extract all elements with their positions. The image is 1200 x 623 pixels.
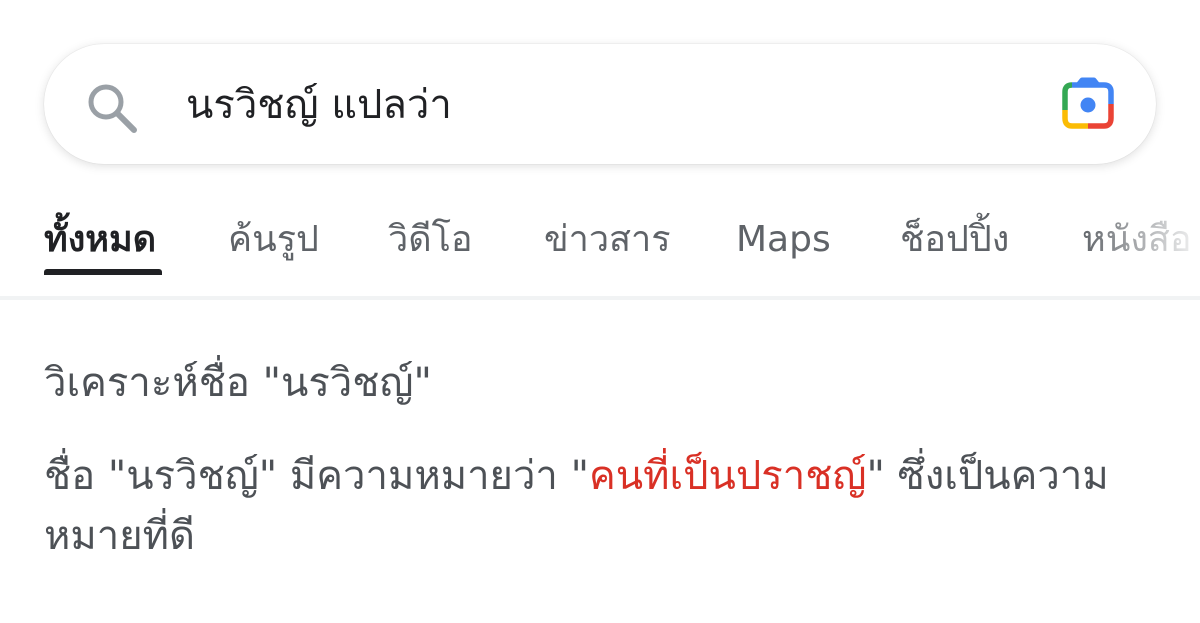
result-snippet: ชื่อ "นรวิชญ์" มีความหมายว่า "คนที่เป็นป… xyxy=(44,446,1134,566)
result-heading: วิเคราะห์ชื่อ "นรวิชญ์" xyxy=(44,360,432,406)
search-input[interactable] xyxy=(186,74,1046,134)
tab-maps[interactable]: Maps xyxy=(736,216,831,264)
search-tabs: ทั้งหมด ค้นรูป วิดีโอ ข่าวสาร Maps ช็อปป… xyxy=(0,196,1200,296)
snippet-highlight: คนที่เป็นปราชญ์ xyxy=(589,453,867,499)
search-icon[interactable] xyxy=(84,80,140,136)
active-tab-indicator xyxy=(44,269,162,275)
tab-news[interactable]: ข่าวสาร xyxy=(544,216,671,264)
snippet-prefix: ชื่อ "นรวิชญ์" มีความหมายว่า " xyxy=(44,453,589,499)
tab-images[interactable]: ค้นรูป xyxy=(228,216,319,264)
tab-shopping[interactable]: ช็อปปิ้ง xyxy=(900,216,1009,264)
tab-videos[interactable]: วิดีโอ xyxy=(388,216,473,264)
google-lens-icon[interactable] xyxy=(1058,76,1118,132)
tab-books[interactable]: หนังสือ xyxy=(1082,216,1192,264)
search-bar[interactable] xyxy=(44,44,1156,164)
tabs-divider xyxy=(0,296,1200,300)
tab-all[interactable]: ทั้งหมด xyxy=(44,216,156,264)
